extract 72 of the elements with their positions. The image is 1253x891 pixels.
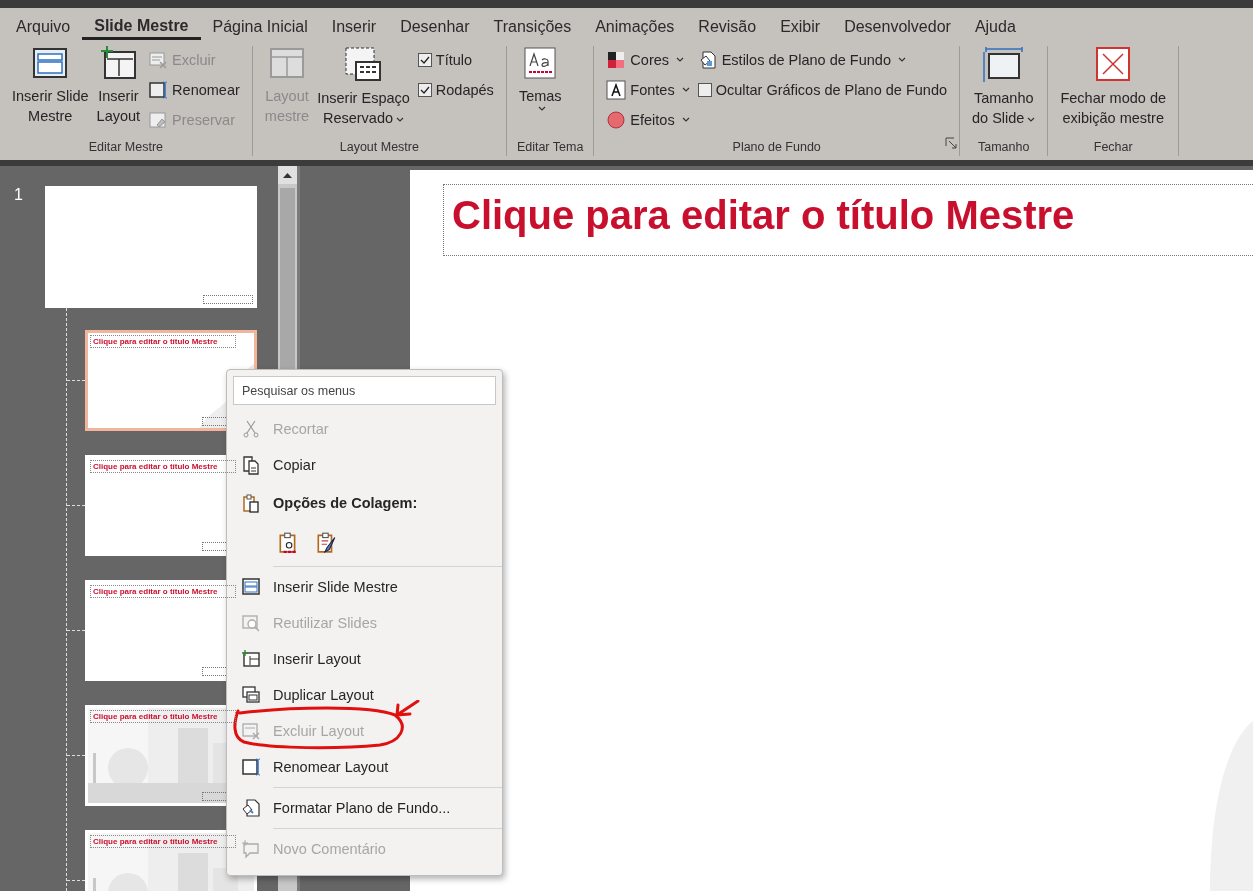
duplicate-icon bbox=[241, 685, 261, 705]
fonts-icon bbox=[606, 79, 627, 100]
ribbon-button[interactable]: Estilos de Plano de Fundo bbox=[695, 46, 949, 73]
thumbnail-title: Clique para editar o título Mestre bbox=[90, 335, 236, 348]
triangle-icon bbox=[283, 172, 292, 178]
group-label: Layout Mestre bbox=[338, 140, 420, 156]
group-label: Tamanho bbox=[977, 140, 1031, 156]
layout-add-icon bbox=[241, 649, 261, 669]
chevron-icon bbox=[537, 106, 546, 112]
chevron-icon bbox=[676, 56, 685, 63]
copy-icon bbox=[241, 455, 261, 475]
comment-icon bbox=[241, 839, 261, 859]
chevron-icon bbox=[681, 86, 690, 93]
ribbon-checkbox[interactable]: Rodapés bbox=[415, 76, 496, 103]
rename-icon bbox=[241, 757, 261, 777]
master-slide-icon bbox=[31, 46, 70, 80]
title-placeholder[interactable]: Clique para editar o título Mestre bbox=[443, 184, 1253, 256]
ribbon-checkbox[interactable]: Ocultar Gráficos de Plano de Fundo bbox=[695, 76, 949, 103]
ribbon-button[interactable]: Inserir Slide Mestre bbox=[10, 46, 91, 126]
ribbon-button[interactable]: Efeitos bbox=[604, 106, 692, 133]
ribbon-tab[interactable]: Desenhar bbox=[388, 8, 482, 40]
group-label: Editar Mestre bbox=[87, 140, 165, 156]
group-label: Fechar bbox=[1092, 140, 1134, 156]
search-field[interactable]: Pesquisar os menus bbox=[233, 376, 496, 405]
ribbon-tab[interactable]: Página Inicial bbox=[200, 8, 320, 40]
group-label: Plano de Fundo bbox=[731, 140, 822, 156]
group-label: Editar Tema bbox=[516, 140, 584, 156]
scissors-icon bbox=[241, 419, 261, 439]
clipboard-text-icon bbox=[277, 531, 299, 553]
slide-size-icon bbox=[982, 46, 1025, 82]
delete-layout-icon bbox=[241, 721, 261, 741]
colors-icon bbox=[606, 49, 627, 70]
chevron-icon bbox=[396, 117, 405, 123]
close-icon bbox=[1095, 46, 1132, 82]
ribbon-tab[interactable]: Arquivo bbox=[4, 8, 83, 40]
format-background-icon bbox=[241, 798, 261, 818]
rename-icon bbox=[148, 79, 169, 100]
clipboard-icon bbox=[241, 493, 261, 513]
checkmark-icon bbox=[419, 54, 430, 65]
themes-icon bbox=[523, 46, 558, 80]
chevron-icon bbox=[681, 116, 690, 123]
chevron-icon bbox=[897, 56, 906, 63]
ribbon-button[interactable]: Inserir Espaço Reservado bbox=[315, 46, 412, 128]
ribbon-tab[interactable]: Exibir bbox=[768, 8, 833, 40]
checkmark-icon bbox=[419, 84, 430, 95]
ribbon-checkbox[interactable]: Título bbox=[415, 46, 496, 73]
ribbon-button[interactable]: Tamanho do Slide bbox=[970, 46, 1038, 128]
chevron-icon bbox=[1027, 117, 1036, 123]
clipboard-brush-icon bbox=[315, 531, 337, 553]
ribbon-button[interactable]: Inserir Layout bbox=[94, 46, 143, 126]
ribbon-tab[interactable]: Animações bbox=[583, 8, 687, 40]
slide-number: 1 bbox=[13, 186, 24, 204]
ribbon-tab[interactable]: Inserir bbox=[319, 8, 389, 40]
ribbon-tab[interactable]: Transições bbox=[481, 8, 584, 40]
ribbon-button[interactable]: Cores bbox=[604, 46, 692, 73]
master-thumbnail[interactable] bbox=[45, 186, 257, 308]
reuse-slides-icon bbox=[241, 613, 261, 633]
ribbon-tab[interactable]: Revisão bbox=[686, 8, 769, 40]
dialog-launcher-icon bbox=[945, 137, 957, 149]
master-slide-icon bbox=[241, 577, 261, 597]
ribbon-button[interactable]: Renomear bbox=[146, 76, 242, 103]
scroll-up-button[interactable] bbox=[278, 166, 297, 184]
effects-icon bbox=[606, 109, 627, 130]
ribbon-button[interactable]: Fechar modo de exibição mestre bbox=[1058, 46, 1168, 128]
ribbon-tab[interactable]: Desenvolvedor bbox=[832, 8, 963, 40]
delete-slide-icon bbox=[148, 49, 169, 70]
placeholder-icon bbox=[344, 46, 383, 82]
ribbon-button[interactable]: Fontes bbox=[604, 76, 692, 103]
layout-icon bbox=[267, 46, 306, 80]
ribbon-tab[interactable]: Ajuda bbox=[962, 8, 1028, 40]
ribbon-button[interactable]: Temas bbox=[516, 46, 564, 112]
layout-add-icon bbox=[99, 46, 138, 80]
